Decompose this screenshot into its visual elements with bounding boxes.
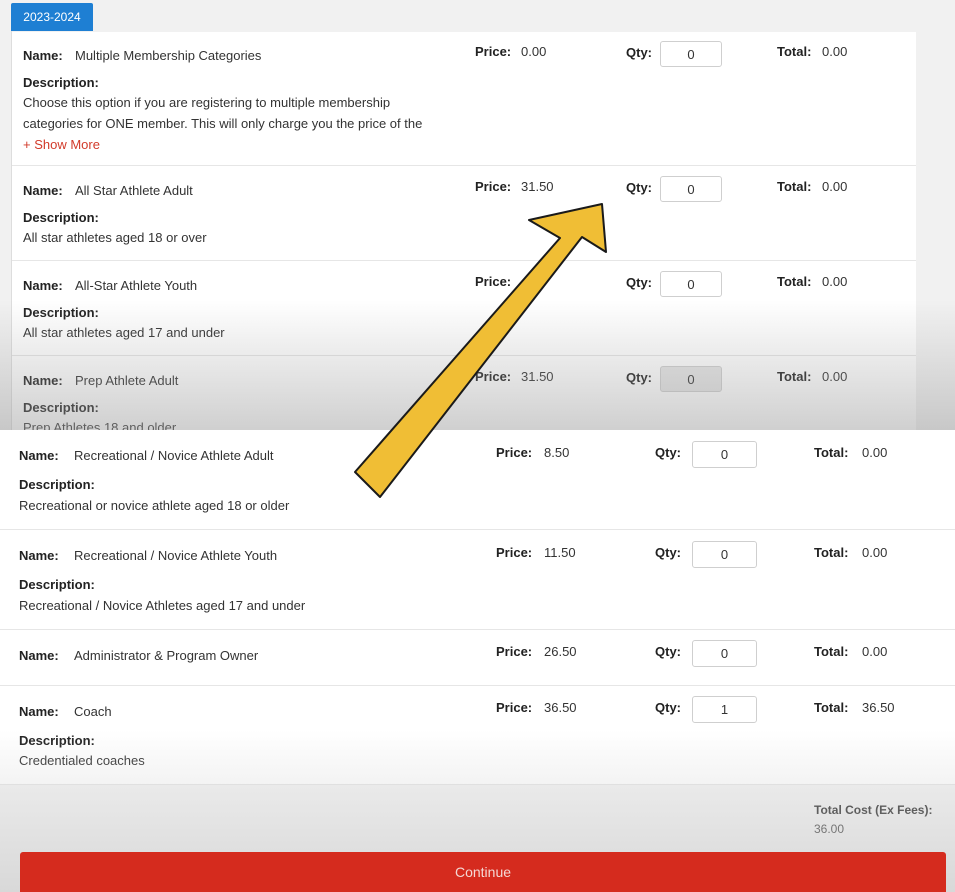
item-description: Prep Athletes 18 and older bbox=[23, 420, 177, 430]
quantity-input[interactable]: 0 bbox=[660, 176, 722, 202]
name-label: Name: bbox=[23, 48, 63, 63]
item-total: 0.00 bbox=[822, 44, 848, 59]
quantity-input[interactable]: 0 bbox=[660, 271, 722, 297]
item-price: 31.50 bbox=[521, 369, 554, 384]
total-label: Total: bbox=[814, 700, 849, 715]
total-cost-label: Total Cost (Ex Fees): bbox=[814, 803, 933, 817]
total-label: Total: bbox=[814, 445, 849, 460]
total-label: Total: bbox=[777, 274, 812, 289]
item-total: 0.00 bbox=[862, 644, 888, 659]
name-label: Name: bbox=[19, 648, 59, 663]
quantity-input[interactable]: 1 bbox=[692, 696, 757, 723]
item-name: All Star Athlete Adult bbox=[75, 183, 193, 198]
item-total: 0.00 bbox=[822, 274, 848, 289]
continue-button[interactable]: Continue bbox=[20, 852, 946, 892]
item-name: Administrator & Program Owner bbox=[74, 648, 259, 663]
qty-label: Qty: bbox=[626, 45, 652, 60]
membership-row: Name: Multiple Membership Categories Pri… bbox=[12, 32, 916, 166]
item-name: Recreational / Novice Athlete Youth bbox=[74, 548, 278, 563]
membership-row: Name: All-Star Athlete Youth Price: Qty:… bbox=[12, 261, 916, 356]
name-label: Name: bbox=[19, 448, 59, 463]
total-label: Total: bbox=[777, 369, 812, 384]
item-price: 8.50 bbox=[544, 445, 570, 460]
qty-label: Qty: bbox=[655, 644, 681, 659]
total-label: Total: bbox=[814, 644, 849, 659]
item-name: Coach bbox=[74, 704, 112, 719]
total-cost-value: 36.00 bbox=[814, 822, 845, 836]
item-description: Recreational / Novice Athletes aged 17 a… bbox=[19, 598, 306, 613]
item-price: 26.50 bbox=[544, 644, 577, 659]
item-price: 0.00 bbox=[521, 44, 547, 59]
name-label: Name: bbox=[19, 704, 59, 719]
price-label: Price: bbox=[475, 274, 512, 289]
price-label: Price: bbox=[496, 445, 533, 460]
item-name: Prep Athlete Adult bbox=[75, 373, 179, 388]
membership-row: Name: All Star Athlete Adult Price: 31.5… bbox=[12, 166, 916, 261]
quantity-input[interactable]: 0 bbox=[692, 441, 757, 468]
item-description: Choose this option if you are registerin… bbox=[23, 92, 422, 155]
price-label: Price: bbox=[496, 545, 533, 560]
qty-label: Qty: bbox=[655, 445, 681, 460]
qty-label: Qty: bbox=[626, 370, 652, 385]
price-label: Price: bbox=[496, 700, 533, 715]
item-price: 31.50 bbox=[521, 179, 554, 194]
total-label: Total: bbox=[777, 44, 812, 59]
qty-label: Qty: bbox=[655, 545, 681, 560]
item-total: 36.50 bbox=[862, 700, 895, 715]
item-price: 36.50 bbox=[544, 700, 577, 715]
top-screenshot-panel: 2023-2024 Name: Multiple Membership Cate… bbox=[0, 0, 955, 430]
membership-row: Name: Recreational / Novice Athlete Adul… bbox=[0, 430, 955, 530]
description-label: Description: bbox=[19, 733, 95, 748]
qty-label: Qty: bbox=[626, 180, 652, 195]
total-label: Total: bbox=[777, 179, 812, 194]
price-label: Price: bbox=[475, 44, 512, 59]
item-total: 0.00 bbox=[822, 369, 848, 384]
description-label: Description: bbox=[19, 577, 95, 592]
item-total: 0.00 bbox=[822, 179, 848, 194]
item-total: 0.00 bbox=[862, 545, 888, 560]
name-label: Name: bbox=[19, 548, 59, 563]
quantity-input[interactable]: 0 bbox=[692, 541, 757, 568]
item-name: Multiple Membership Categories bbox=[75, 48, 262, 63]
item-total: 0.00 bbox=[862, 445, 888, 460]
qty-label: Qty: bbox=[626, 275, 652, 290]
price-label: Price: bbox=[475, 179, 512, 194]
item-description: All star athletes aged 18 or over bbox=[23, 230, 207, 245]
description-label: Description: bbox=[23, 305, 99, 320]
name-label: Name: bbox=[23, 278, 63, 293]
bottom-screenshot-panel: Name: Recreational / Novice Athlete Adul… bbox=[0, 430, 955, 892]
quantity-input[interactable]: 0 bbox=[692, 640, 757, 667]
item-description: Credentialed coaches bbox=[19, 753, 145, 768]
membership-row: Name: Prep Athlete Adult Price: 31.50 Qt… bbox=[12, 356, 916, 430]
quantity-input[interactable]: 0 bbox=[660, 41, 722, 67]
item-name: All-Star Athlete Youth bbox=[75, 278, 198, 293]
show-more-link[interactable]: + Show More bbox=[23, 134, 422, 155]
price-label: Price: bbox=[475, 369, 512, 384]
membership-row: Name: Recreational / Novice Athlete Yout… bbox=[0, 530, 955, 630]
total-label: Total: bbox=[814, 545, 849, 560]
item-price: 11.50 bbox=[544, 545, 576, 560]
name-label: Name: bbox=[23, 183, 63, 198]
qty-label: Qty: bbox=[655, 700, 681, 715]
description-label: Description: bbox=[19, 477, 95, 492]
season-tab[interactable]: 2023-2024 bbox=[11, 3, 93, 31]
description-label: Description: bbox=[23, 400, 99, 415]
membership-row: Name: Administrator & Program Owner Pric… bbox=[0, 630, 955, 686]
name-label: Name: bbox=[23, 373, 63, 388]
membership-row: Name: Coach Price: 36.50 Qty: 1 Total: 3… bbox=[0, 686, 955, 785]
quantity-input[interactable]: 0 bbox=[660, 366, 722, 392]
price-label: Price: bbox=[496, 644, 533, 659]
item-description: Recreational or novice athlete aged 18 o… bbox=[19, 498, 290, 513]
description-label: Description: bbox=[23, 210, 99, 225]
item-description: All star athletes aged 17 and under bbox=[23, 325, 225, 340]
item-name: Recreational / Novice Athlete Adult bbox=[74, 448, 274, 463]
description-label: Description: bbox=[23, 75, 99, 90]
